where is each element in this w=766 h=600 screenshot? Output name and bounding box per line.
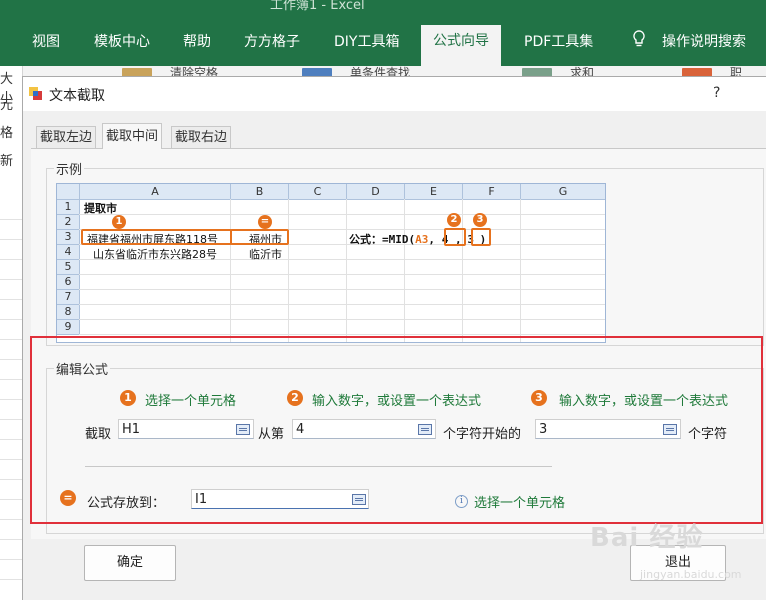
badge-1: 1 (112, 215, 126, 229)
ribbon-tab-template-center[interactable]: 模板中心 (94, 30, 150, 54)
tab-extract-middle[interactable]: 截取中间 (102, 123, 163, 149)
ribbon-tab-help[interactable]: 帮助 (183, 30, 211, 54)
ribbon-search-tell-me[interactable]: 操作说明搜索 (662, 30, 746, 54)
ribbon-tab-pdf-tools[interactable]: PDF工具集 (524, 30, 593, 54)
example-spreadsheet: A B C D E F G 1 2 3 4 5 6 7 8 9 提取市 福建省福… (56, 183, 606, 343)
cell-b4: 临沂市 (249, 248, 282, 261)
tab-extract-right[interactable]: 截取右边 (171, 126, 232, 149)
select-all-corner (57, 184, 80, 200)
tab-extract-left[interactable]: 截取左边 (36, 126, 97, 149)
cell-a1: 提取市 (84, 202, 117, 215)
dialog-titlebar[interactable]: 文本截取 ? (23, 77, 766, 111)
highlight-arg3 (471, 228, 491, 246)
highlight-a3 (81, 229, 232, 245)
ribbon-tab-view[interactable]: 视图 (32, 30, 60, 54)
ribbon-tab-formula-wizard[interactable]: 公式向导 (421, 25, 501, 66)
ribbon-tab-diy-toolbox[interactable]: DIY工具箱 (334, 30, 399, 54)
badge-2: 2 (447, 213, 461, 227)
badge-3: 3 (473, 213, 487, 227)
lightbulb-icon (632, 30, 646, 54)
ribbon-tab-fangfang[interactable]: 方方格子 (244, 30, 300, 54)
baidu-watermark: Bai 经验 (590, 523, 704, 553)
edit-formula-highlight (30, 336, 763, 524)
cell-a4: 山东省临沂市东兴路28号 (93, 248, 217, 261)
excel-grid-fragment (0, 200, 22, 599)
ok-button[interactable]: 确定 (84, 545, 176, 581)
app-icon (29, 87, 42, 100)
example-group-label: 示例 (54, 159, 85, 178)
highlight-arg2 (444, 228, 466, 246)
window-title: 工作簿1 - Excel (270, 0, 365, 13)
highlight-b3 (230, 229, 289, 245)
dialog-title: 文本截取 (49, 88, 105, 104)
badge-equals: = (258, 215, 272, 229)
excel-ribbon: 工作簿1 - Excel 视图 模板中心 帮助 方方格子 DIY工具箱 公式向导… (0, 0, 766, 66)
help-button[interactable]: ? (713, 85, 720, 101)
baidu-watermark-url: jingyan.baidu.com (640, 568, 742, 581)
